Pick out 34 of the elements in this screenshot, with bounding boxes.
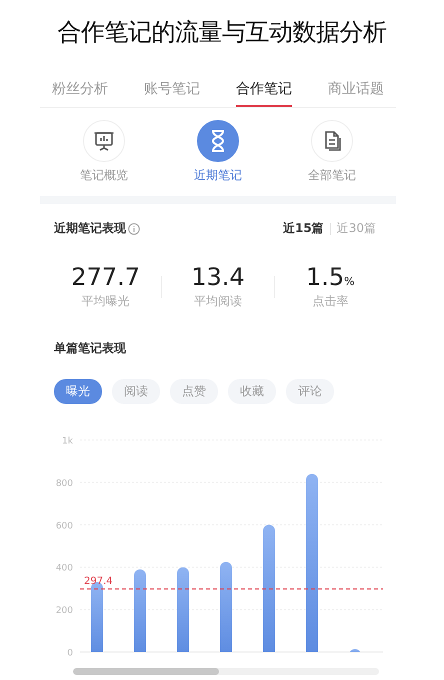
tab[interactable]: 商业话题 xyxy=(328,78,384,107)
metric-chip[interactable]: 阅读 xyxy=(112,379,160,404)
range-option[interactable]: 近30篇 xyxy=(330,220,382,237)
axis-label: 1k xyxy=(62,436,73,446)
tab[interactable]: 合作笔记 xyxy=(236,78,292,107)
stat-label: 平均阅读 xyxy=(194,293,242,310)
axis-label: 600 xyxy=(56,521,73,532)
stat-label: 点击率 xyxy=(312,293,348,310)
section-title: 单篇笔记表现 xyxy=(53,340,127,357)
metric-chip[interactable]: 曝光 xyxy=(54,379,102,404)
scroll-bar[interactable] xyxy=(73,668,379,675)
page-title: 合作笔记的流量与互动数据分析 xyxy=(56,17,388,48)
bar xyxy=(349,649,361,652)
metric-chip[interactable]: 评论 xyxy=(286,379,334,404)
range-option[interactable]: 近15篇 xyxy=(277,220,330,237)
stat-value: 1.5% xyxy=(306,263,355,291)
tab[interactable]: 账号笔记 xyxy=(144,78,200,107)
stat-label: 平均曝光 xyxy=(82,293,130,310)
axis-label: 200 xyxy=(56,606,73,616)
stat-value: 277.7 xyxy=(71,263,140,291)
note-tab-label[interactable]: 全部笔记 xyxy=(308,167,356,184)
metric-chip[interactable]: 收藏 xyxy=(228,379,276,404)
axis-label: 0 xyxy=(67,648,73,658)
section-title: 近期笔记表现 xyxy=(54,220,126,237)
note-tab-icon[interactable] xyxy=(197,120,239,162)
metric-chip[interactable]: 点赞 xyxy=(170,379,218,404)
tab[interactable]: 粉丝分析 xyxy=(52,78,108,107)
note-tab-label[interactable]: 笔记概览 xyxy=(80,167,128,184)
axis-label: 800 xyxy=(56,478,73,489)
stat-value: 13.4 xyxy=(191,263,245,291)
axis-label: 400 xyxy=(56,564,73,574)
reference-label: 297.4 xyxy=(84,576,113,587)
note-tab-label[interactable]: 近期笔记 xyxy=(194,167,242,184)
info-icon[interactable] xyxy=(128,222,140,234)
